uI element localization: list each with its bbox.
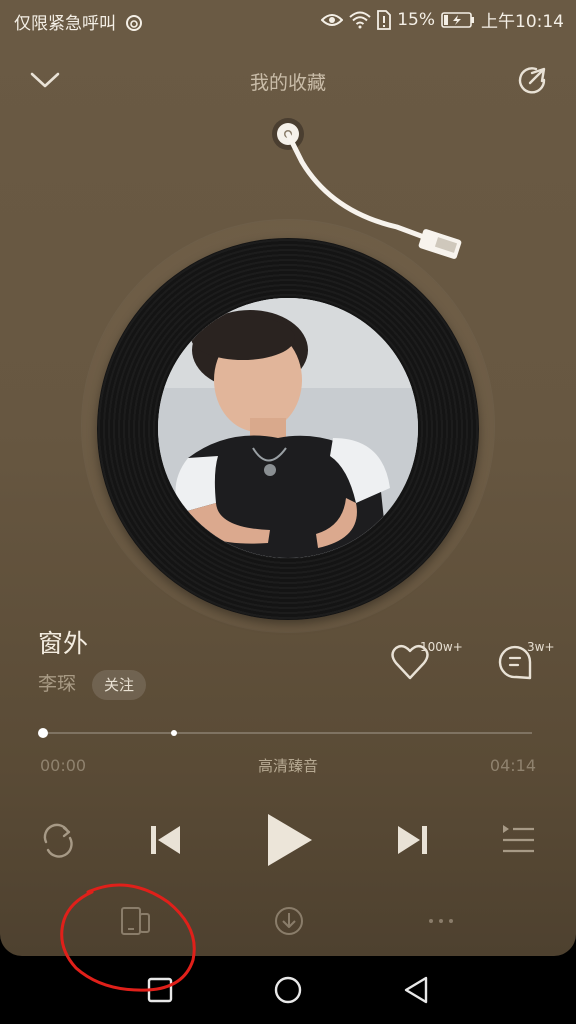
download-button[interactable]	[272, 904, 306, 938]
circle-icon	[274, 976, 302, 1004]
wifi-icon	[349, 11, 371, 29]
back-button[interactable]	[396, 970, 436, 1010]
progress-handle[interactable]	[38, 728, 48, 738]
status-bar: 仅限紧急呼叫 15% 上午10:14	[0, 0, 576, 40]
emergency-call-text: 仅限紧急呼叫	[14, 14, 116, 34]
next-button[interactable]	[392, 818, 432, 862]
repeat-icon	[43, 823, 73, 858]
play-button[interactable]	[262, 808, 318, 872]
annotation-circle	[60, 883, 196, 992]
playlist-icon	[503, 825, 534, 853]
share-icon	[518, 67, 546, 94]
battery-icon	[441, 11, 475, 29]
sim-alert-icon	[377, 9, 392, 30]
follow-button[interactable]: 关注	[92, 670, 146, 700]
battery-percent: 15%	[397, 9, 435, 30]
song-title: 窗外	[38, 629, 89, 658]
comment-count: 3w+	[527, 640, 555, 654]
album-cover	[158, 298, 418, 558]
more-button[interactable]	[424, 904, 458, 938]
share-button[interactable]	[514, 63, 550, 99]
tonearm	[272, 118, 462, 259]
previous-icon	[151, 826, 180, 854]
status-right: 15% 上午10:14	[321, 7, 564, 32]
netease-icon	[125, 14, 143, 32]
clock: 上午10:14	[481, 12, 564, 32]
previous-button[interactable]	[146, 818, 186, 862]
more-icon	[429, 919, 453, 923]
home-button[interactable]	[268, 970, 308, 1010]
total-time: 04:14	[489, 756, 536, 775]
back-triangle-icon	[404, 976, 428, 1004]
buffer-marker	[171, 730, 178, 736]
artist-name[interactable]: 李琛	[38, 669, 76, 696]
status-left: 仅限紧急呼叫	[14, 9, 143, 34]
like-count: 100w+	[420, 640, 463, 654]
download-icon	[275, 907, 303, 935]
eye-icon	[321, 12, 344, 28]
playlist-button[interactable]	[498, 820, 538, 860]
player-screen: 仅限紧急呼叫 15% 上午10:14 我的收藏 窗外 李琛 关注 100w+ 3…	[0, 0, 576, 956]
next-icon	[398, 826, 427, 854]
page-title: 我的收藏	[249, 72, 326, 94]
repeat-button[interactable]	[38, 820, 78, 860]
progress-track[interactable]	[42, 732, 532, 734]
play-icon	[268, 814, 312, 866]
